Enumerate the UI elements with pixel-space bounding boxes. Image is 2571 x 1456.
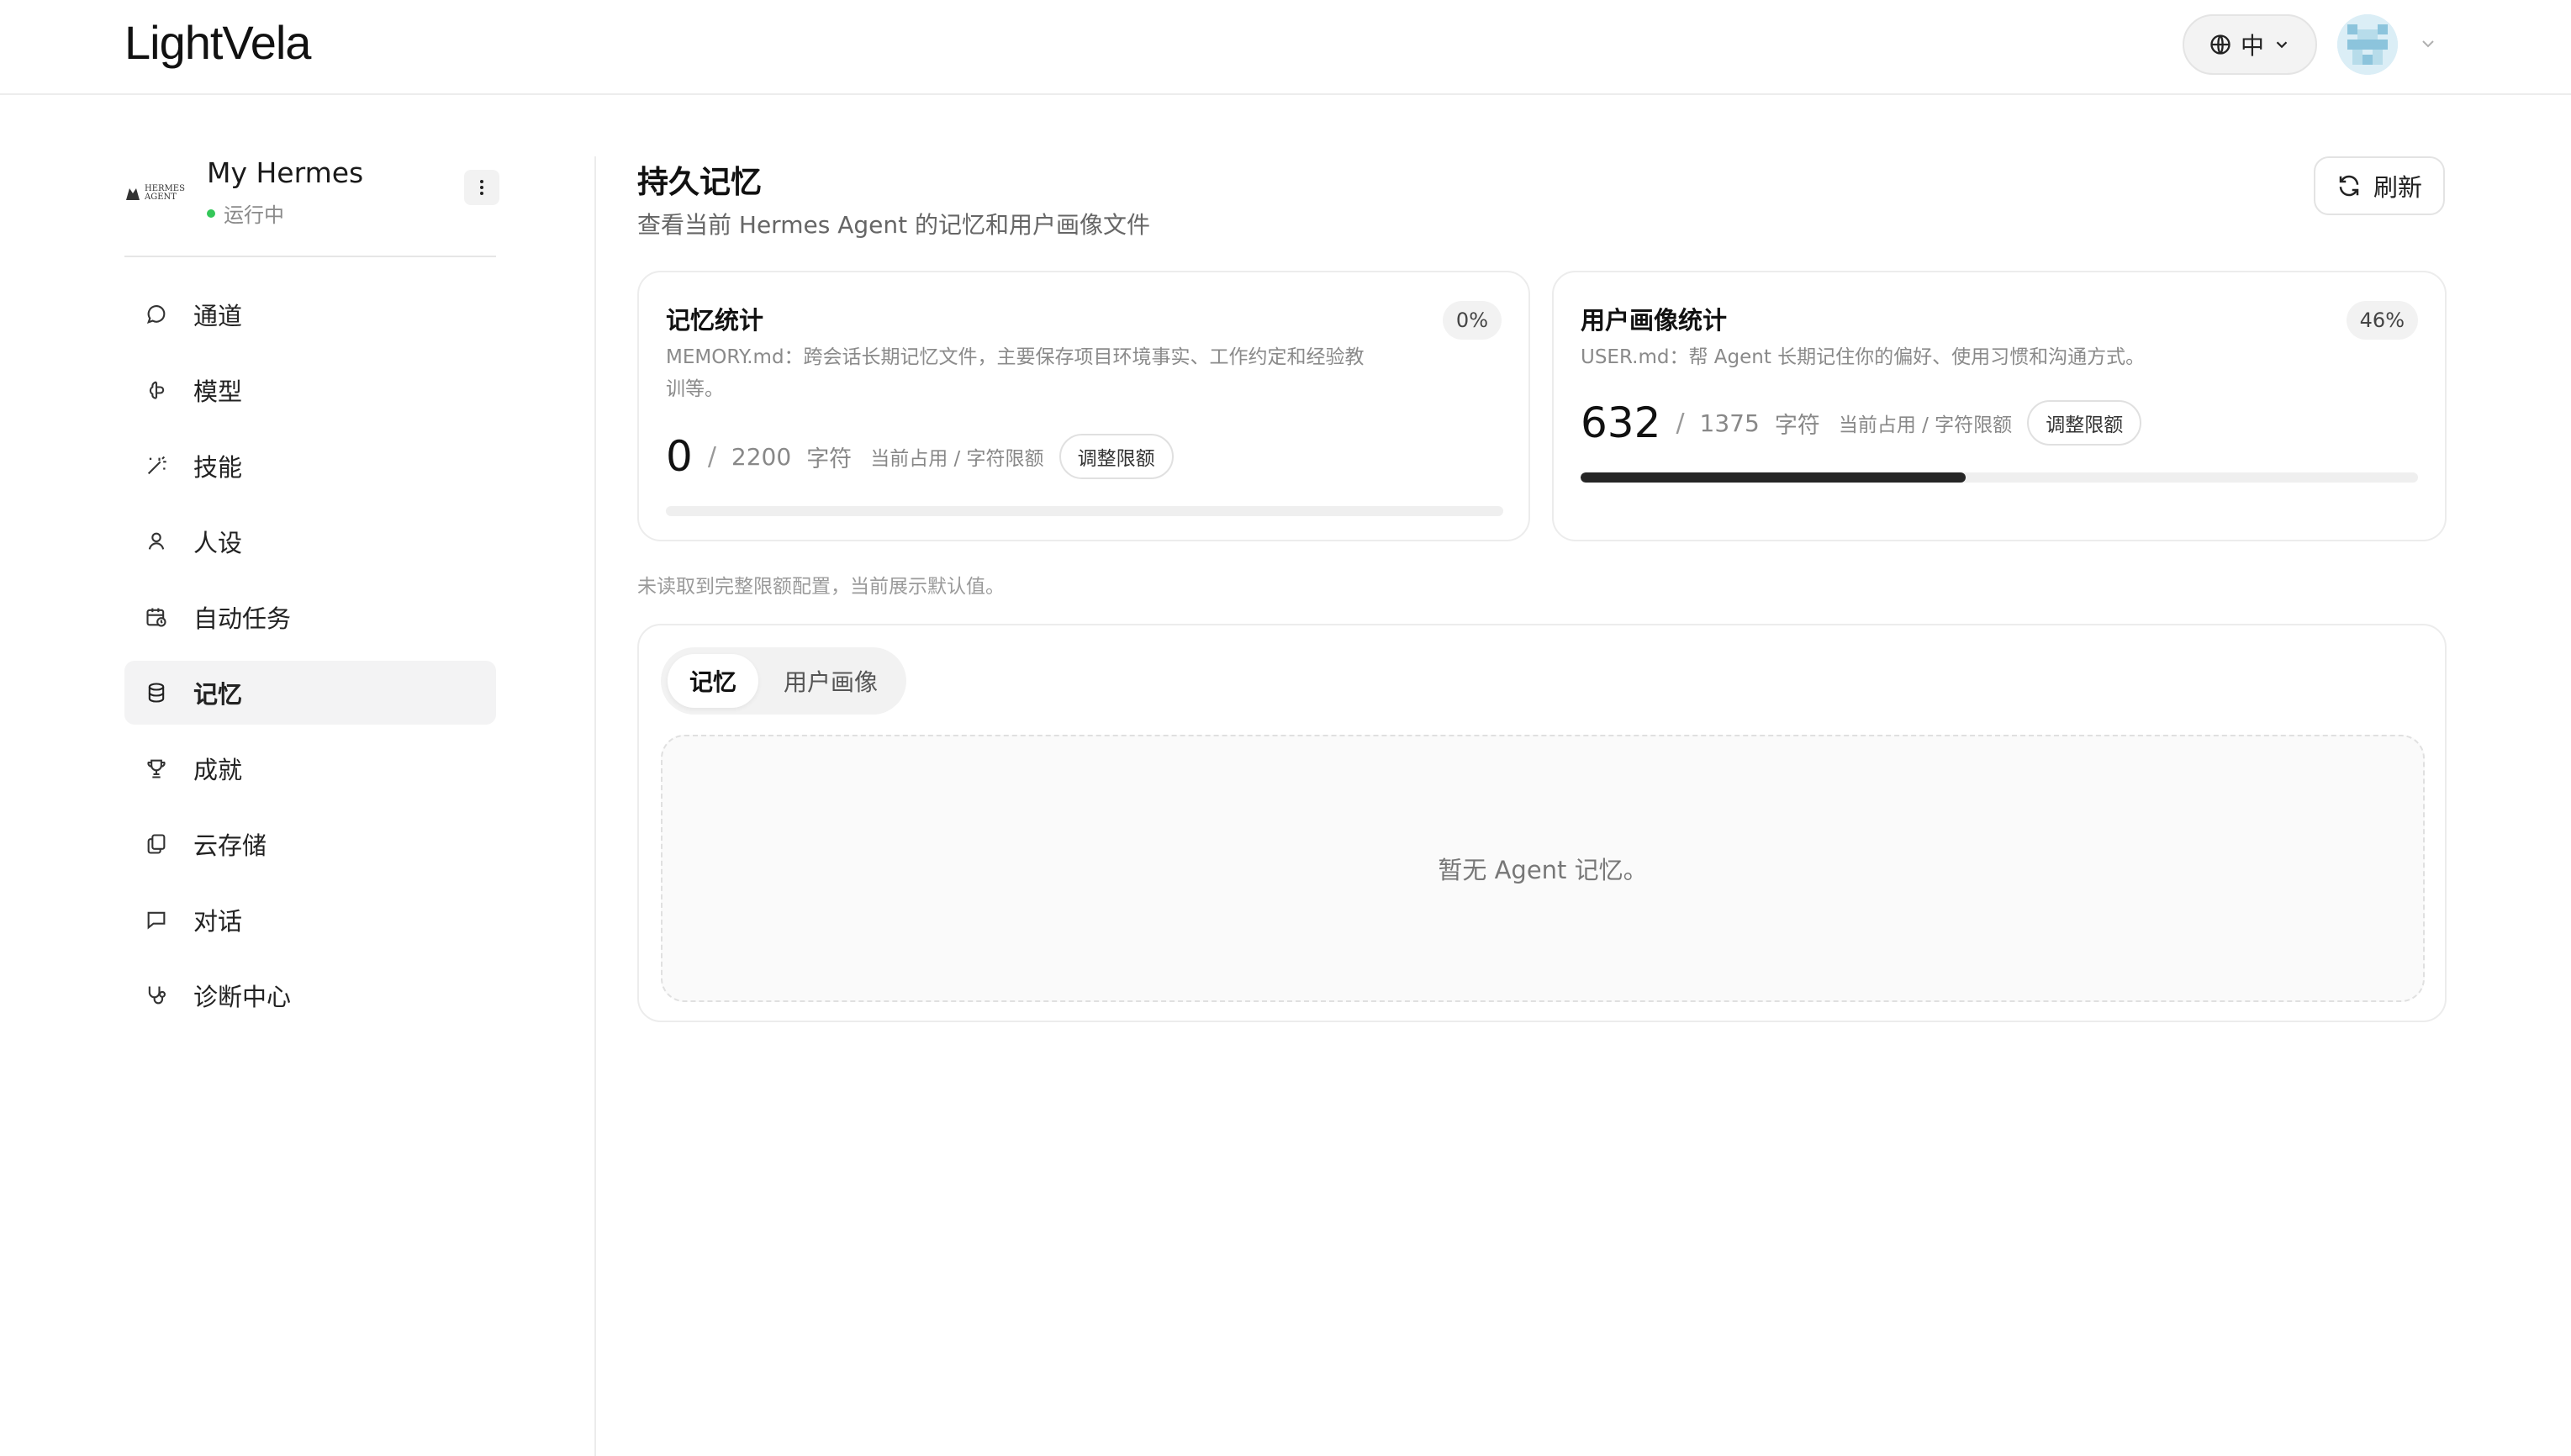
user-card-title: 用户画像统计 [1581,306,1728,335]
user-used-count: 632 [1581,398,1661,447]
sidebar-divider [594,156,596,1456]
page-subtitle: 查看当前 Hermes Agent 的记忆和用户画像文件 [637,211,1150,239]
sidebar-item-diagnostics[interactable]: 诊断中心 [124,963,496,1027]
empty-state: 暂无 Agent 记忆。 [661,735,2425,1002]
stethoscope-icon [148,986,166,1005]
agent-card: HERMES AGENT My Hermes 运行中 [124,126,499,257]
sidebar-item-conversations[interactable]: 对话 [124,888,496,952]
memory-usage-row: 0 / 2200 字符 当前占用 / 字符限额 调整限额 [666,432,1174,481]
chevron-down-icon [2276,41,2288,49]
trophy-icon [147,759,166,778]
memory-progress-bar [666,506,1503,516]
brain-icon [149,381,165,399]
globe-icon [2210,34,2230,55]
sidebar-item-cloud-storage[interactable]: 云存储 [124,812,496,876]
user-avatar[interactable] [2337,14,2398,75]
more-vertical-icon [480,180,483,195]
user-profile-stats-card: 用户画像统计 46% USER.md：帮 Agent 长期记住你的偏好、使用习惯… [1552,271,2447,541]
database-icon [148,683,165,703]
user-card-description: USER.md：帮 Agent 长期记住你的偏好、使用习惯和沟通方式。 [1581,346,2146,368]
language-label: 中 [2240,32,2264,60]
app-logo[interactable]: LightVela [124,15,311,70]
memory-usage-hint: 当前占用 / 字符限额 [870,448,1044,470]
language-switcher[interactable]: 中 [2183,14,2317,75]
empty-state-text: 暂无 Agent 记忆。 [1438,856,1648,884]
user-progress-fill [1581,472,1967,483]
memory-used-count: 0 [666,432,693,481]
top-header: LightVela 中 [0,0,2571,95]
memory-tabs: 记忆 用户画像 [661,647,907,715]
tab-memory[interactable]: 记忆 [668,654,759,708]
agent-more-button[interactable] [464,170,499,205]
copy-files-icon [147,834,166,854]
chat-square-icon [147,911,166,930]
refresh-icon [2339,175,2359,197]
memory-viewer-card: 记忆 用户画像 暂无 Agent 记忆。 [637,624,2447,1022]
sidebar-item-auto-tasks[interactable]: 自动任务 [124,585,496,649]
sidebar-item-skills[interactable]: 技能 [124,434,496,498]
account-menu-chevron-icon[interactable] [2418,34,2438,54]
message-circle-icon [146,305,166,324]
hermes-agent-logo: HERMES AGENT [124,178,185,208]
memory-card-title: 记忆统计 [666,306,764,335]
limit-config-notice: 未读取到完整限额配置，当前展示默认值。 [637,576,1005,598]
memory-adjust-limit-button[interactable]: 调整限额 [1058,434,1174,479]
sidebar: HERMES AGENT My Hermes 运行中 通道 模型 技能 人设 自… [124,126,499,1039]
magic-wand-icon [147,456,166,475]
user-progress-bar [1581,472,2418,483]
status-dot [207,208,215,218]
tab-user-profile[interactable]: 用户画像 [762,654,900,708]
page-title: 持久记忆 [637,164,762,200]
calendar-clock-icon [146,608,166,627]
agent-name: My Hermes [207,156,364,189]
user-usage-hint: 当前占用 / 字符限额 [1838,414,2013,436]
user-usage-row: 632 / 1375 字符 当前占用 / 字符限额 调整限额 [1581,398,2142,447]
agent-status: 运行中 [207,198,284,228]
sidebar-item-channels[interactable]: 通道 [124,282,496,346]
user-limit: 1375 [1699,409,1760,437]
sidebar-item-achievements[interactable]: 成就 [124,736,496,800]
memory-limit: 2200 [731,442,792,471]
memory-stats-card: 记忆统计 0% MEMORY.md：跨会话长期记忆文件，主要保存项目环境事实、工… [637,271,1530,541]
user-icon [148,532,165,550]
sidebar-item-models[interactable]: 模型 [124,358,496,422]
user-adjust-limit-button[interactable]: 调整限额 [2027,400,2142,446]
memory-percent-badge: 0% [1442,301,1502,340]
refresh-button[interactable]: 刷新 [2314,156,2445,215]
sidebar-nav: 通道 模型 技能 人设 自动任务 记忆 成就 云存储 对话 诊断中心 [124,282,496,1027]
user-percent-badge: 46% [2346,301,2418,340]
sidebar-item-persona[interactable]: 人设 [124,509,496,573]
sidebar-item-memory[interactable]: 记忆 [124,661,496,725]
memory-card-description: MEMORY.md：跨会话长期记忆文件，主要保存项目环境事实、工作约定和经验教 … [666,346,1365,400]
